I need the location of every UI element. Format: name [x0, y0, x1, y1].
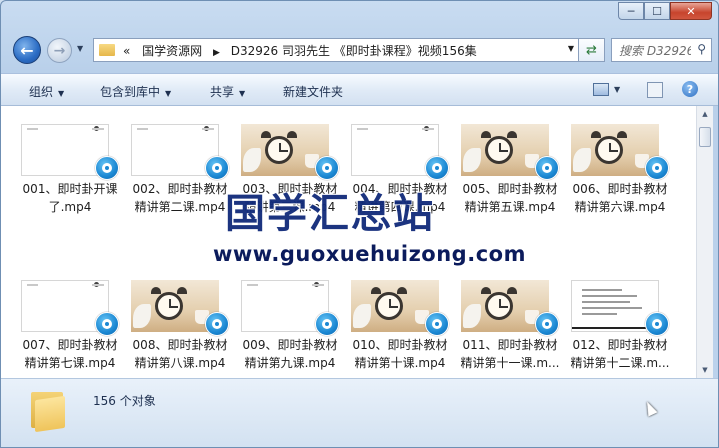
file-name: 007、即时卦教材精讲第七课.mp4	[22, 338, 118, 370]
search-icon[interactable]: ⚲	[697, 42, 706, 56]
media-player-icon	[95, 312, 119, 336]
media-player-icon	[205, 156, 229, 180]
organize-button[interactable]: 组织 ▼	[29, 83, 64, 100]
media-player-icon	[425, 156, 449, 180]
media-player-icon	[315, 312, 339, 336]
include-in-library-label: 包含到库中	[100, 85, 161, 99]
folder-icon	[99, 44, 115, 56]
share-button[interactable]: 共享 ▼	[210, 83, 245, 100]
forward-arrow-icon[interactable]: →	[47, 38, 72, 63]
file-item[interactable]: 001、即时卦开课了.mp4	[17, 120, 125, 224]
preview-pane-icon[interactable]	[647, 82, 663, 98]
address-bar[interactable]: « 国学资源网 ▶ D32926 司羽先生 《即时卦课程》视频156集 ▼	[93, 38, 579, 62]
file-item[interactable]: 010、即时卦教材精讲第十课.mp4	[347, 276, 455, 378]
change-view-icon[interactable]	[593, 83, 609, 96]
help-icon[interactable]: ?	[682, 81, 698, 97]
breadcrumb-separator-icon[interactable]: ▶	[213, 48, 220, 58]
breadcrumb-item-current[interactable]: D32926 司羽先生 《即时卦课程》视频156集	[231, 44, 477, 58]
file-item[interactable]: 005、即时卦教材精讲第五课.mp4	[457, 120, 565, 224]
media-player-icon	[645, 156, 669, 180]
chevron-down-icon: ▼	[165, 89, 172, 98]
caption-buttons: ─ ☐ ✕	[618, 2, 712, 20]
file-name: 001、即时卦开课了.mp4	[22, 182, 118, 214]
address-dropdown-icon[interactable]: ▼	[568, 44, 574, 53]
scroll-down-icon[interactable]: ▼	[697, 362, 713, 378]
recent-pages-dropdown-icon[interactable]: ▼	[77, 44, 83, 53]
file-item[interactable]: 002、即时卦教材精讲第二课.mp4	[127, 120, 235, 224]
media-player-icon	[535, 312, 559, 336]
file-name: 005、即时卦教材精讲第五课.mp4	[462, 182, 558, 214]
back-arrow-icon[interactable]: ←	[13, 36, 41, 64]
explorer-window: ─ ☐ ✕ ← → ▼ « 国学资源网 ▶ D32926 司羽先生 《即时卦课程…	[0, 0, 719, 448]
close-button[interactable]: ✕	[670, 2, 712, 20]
include-in-library-button[interactable]: 包含到库中 ▼	[100, 83, 171, 100]
maximize-button[interactable]: ☐	[644, 2, 670, 20]
file-item[interactable]: 006、即时卦教材精讲第六课.mp4	[567, 120, 675, 224]
command-bar: 组织 ▼ 包含到库中 ▼ 共享 ▼ 新建文件夹 ▼ ?	[1, 73, 718, 106]
share-label: 共享	[210, 85, 235, 99]
chevron-down-icon: ▼	[239, 89, 246, 98]
media-player-icon	[535, 156, 559, 180]
media-player-icon	[645, 312, 669, 336]
file-item[interactable]: 007、即时卦教材精讲第七课.mp4	[17, 276, 125, 378]
breadcrumb-overflow[interactable]: «	[123, 44, 130, 58]
navigation-bar: ← → ▼ « 国学资源网 ▶ D32926 司羽先生 《即时卦课程》视频156…	[1, 34, 718, 66]
scroll-up-icon[interactable]: ▲	[697, 106, 713, 122]
file-name: 002、即时卦教材精讲第二课.mp4	[132, 182, 228, 214]
search-input[interactable]: 搜索 D32926...	[619, 42, 691, 59]
organize-label: 组织	[29, 85, 54, 99]
item-count: 156 个对象	[93, 394, 156, 408]
new-folder-button[interactable]: 新建文件夹	[283, 83, 343, 100]
media-player-icon	[95, 156, 119, 180]
file-name: 009、即时卦教材精讲第九课.mp4	[242, 338, 338, 370]
details-pane: 156 个对象	[1, 378, 718, 447]
watermark-url: www.guoxuehuizong.com	[213, 242, 526, 266]
minimize-button[interactable]: ─	[618, 2, 644, 20]
search-box[interactable]: 搜索 D32926... ⚲	[611, 38, 712, 62]
file-name: 008、即时卦教材精讲第八课.mp4	[132, 338, 228, 370]
media-player-icon	[315, 156, 339, 180]
scrollbar-thumb[interactable]	[699, 127, 711, 147]
breadcrumb-item-root[interactable]: 国学资源网	[142, 44, 202, 58]
file-name: 011、即时卦教材精讲第十一课.m...	[460, 338, 560, 370]
refresh-icon[interactable]: ⇄	[579, 38, 605, 62]
view-options-chevron-icon[interactable]: ▼	[614, 85, 620, 94]
file-name: 010、即时卦教材精讲第十课.mp4	[352, 338, 448, 370]
chevron-down-icon: ▼	[58, 89, 65, 98]
breadcrumb: « 国学资源网 ▶ D32926 司羽先生 《即时卦课程》视频156集	[123, 42, 477, 59]
file-item[interactable]: 011、即时卦教材精讲第十一课.m...	[457, 276, 565, 378]
folder-large-icon	[29, 388, 67, 433]
watermark-title: 国学汇总站	[225, 191, 435, 237]
media-player-icon	[425, 312, 449, 336]
file-item[interactable]: 012、即时卦教材精讲第十二课.m...	[567, 276, 675, 378]
vertical-scrollbar[interactable]: ▲ ▼	[696, 106, 713, 378]
media-player-icon	[205, 312, 229, 336]
file-name: 006、即时卦教材精讲第六课.mp4	[572, 182, 668, 214]
file-item[interactable]: 009、即时卦教材精讲第九课.mp4	[237, 276, 345, 378]
file-item[interactable]: 008、即时卦教材精讲第八课.mp4	[127, 276, 235, 378]
file-name: 012、即时卦教材精讲第十二课.m...	[570, 338, 670, 370]
